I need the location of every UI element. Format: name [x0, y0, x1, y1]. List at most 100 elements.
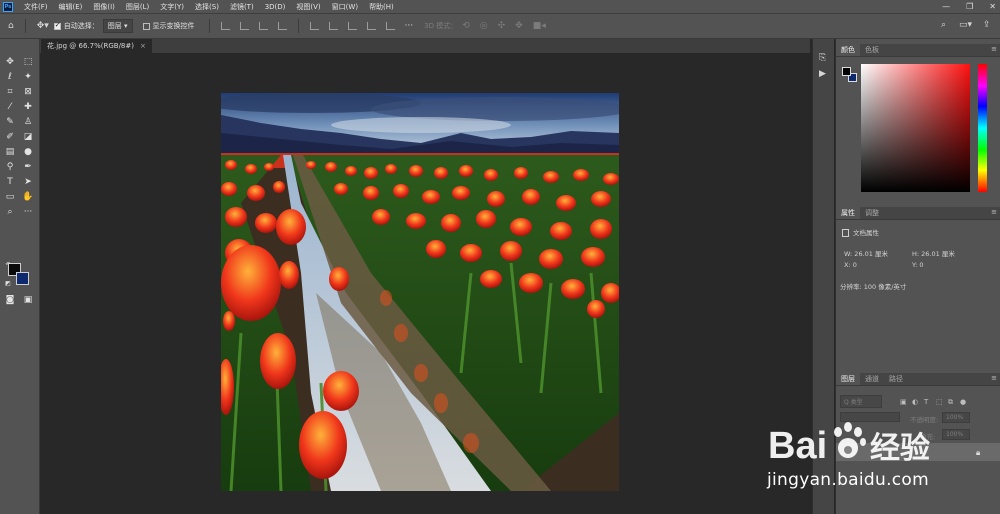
menu-window[interactable]: 窗口(W): [332, 2, 358, 12]
auto-select-target-dropdown[interactable]: 图层 ▾: [102, 19, 133, 33]
menu-3d[interactable]: 3D(D): [265, 3, 286, 11]
menu-image[interactable]: 图像(I): [93, 2, 115, 12]
distribute-bottom-icon[interactable]: [347, 22, 357, 30]
3d-camera-icon[interactable]: ■◂: [533, 21, 546, 31]
history-brush-tool-icon[interactable]: ✐: [2, 130, 18, 144]
layer-kind-filter[interactable]: Q 类型: [840, 395, 882, 408]
tab-paths[interactable]: 路径: [884, 373, 908, 385]
dodge-tool-icon[interactable]: ⚲: [2, 160, 18, 174]
swap-colors-icon[interactable]: ↶: [0, 258, 16, 272]
tab-swatches[interactable]: 色板: [860, 44, 884, 56]
filter-shape-icon[interactable]: ⬚: [936, 398, 943, 406]
menu-filter[interactable]: 滤镜(T): [230, 2, 254, 12]
3d-rotate-icon[interactable]: ⟲: [462, 21, 470, 31]
align-center-icon[interactable]: [239, 22, 249, 30]
frame-tool-icon[interactable]: ⊠: [20, 85, 36, 99]
menu-edit[interactable]: 编辑(E): [59, 2, 83, 12]
menu-type[interactable]: 文字(Y): [160, 2, 184, 12]
minimize-button[interactable]: —: [942, 2, 950, 11]
crop-tool-icon[interactable]: ⌗: [2, 85, 18, 99]
align-left-icon[interactable]: [220, 22, 230, 30]
align-right-icon[interactable]: [258, 22, 268, 30]
panel-menu-icon[interactable]: ≡: [991, 45, 997, 53]
type-tool-icon[interactable]: T: [2, 175, 18, 189]
tab-properties[interactable]: 属性: [836, 207, 860, 219]
restore-button[interactable]: ❐: [966, 2, 973, 11]
search-icon[interactable]: ⌕: [941, 20, 946, 30]
workspace-icon[interactable]: ▭▾: [959, 20, 972, 30]
menu-file[interactable]: 文件(F): [24, 2, 48, 12]
show-transform-checkbox[interactable]: [142, 22, 150, 30]
menu-layer[interactable]: 图层(L): [126, 2, 149, 12]
color-panel-tabs: 颜色 色板 ≡: [836, 44, 1000, 57]
pen-tool-icon[interactable]: ✒: [20, 160, 36, 174]
opacity-field[interactable]: 100%: [942, 412, 970, 423]
separator: [297, 19, 299, 33]
distribute-middle-icon[interactable]: [328, 22, 338, 30]
filter-type-icon[interactable]: T: [924, 398, 928, 406]
3d-slide-icon[interactable]: ✥: [515, 21, 523, 31]
auto-select-checkbox[interactable]: [53, 21, 61, 30]
document-canvas[interactable]: [221, 93, 619, 491]
3d-roll-icon[interactable]: ◎: [480, 21, 488, 31]
screen-mode-icon[interactable]: ▣: [20, 293, 36, 307]
gradient-tool-icon[interactable]: ▤: [2, 145, 18, 159]
y-value[interactable]: Y: 0: [912, 261, 924, 269]
foreground-color-chip[interactable]: [842, 67, 851, 76]
move-tool-icon[interactable]: ✥: [2, 55, 18, 69]
tab-layers[interactable]: 图层: [836, 373, 860, 385]
align-top-icon[interactable]: [277, 22, 287, 30]
default-colors-icon[interactable]: ◩: [0, 277, 16, 291]
menu-help[interactable]: 帮助(H): [369, 2, 394, 12]
brush-tool-icon[interactable]: ✎: [2, 115, 18, 129]
close-button[interactable]: ✕: [989, 2, 996, 11]
distribute-top-icon[interactable]: [309, 22, 319, 30]
fill-field[interactable]: 100%: [942, 429, 970, 440]
filter-adjustment-icon[interactable]: ◐: [912, 398, 918, 406]
hand-tool-icon[interactable]: ✋: [20, 190, 36, 204]
panel-menu-icon[interactable]: ≡: [991, 208, 997, 216]
height-value[interactable]: H: 26.01 厘米: [912, 248, 955, 258]
healing-brush-tool-icon[interactable]: ✚: [20, 100, 36, 114]
rectangle-tool-icon[interactable]: ▭: [2, 190, 18, 204]
blur-tool-icon[interactable]: ●: [20, 145, 36, 159]
path-selection-tool-icon[interactable]: ➤: [20, 175, 36, 189]
eraser-tool-icon[interactable]: ◪: [20, 130, 36, 144]
filter-pixel-icon[interactable]: ▣: [900, 398, 907, 406]
panel-menu-icon[interactable]: ≡: [991, 374, 997, 382]
actions-play-icon[interactable]: ▶: [819, 69, 826, 79]
edit-toolbar-icon[interactable]: ···: [20, 205, 36, 219]
share-icon[interactable]: ⇪: [983, 20, 991, 30]
filter-smart-object-icon[interactable]: ⧉: [948, 398, 953, 407]
eyedropper-tool-icon[interactable]: ⁄: [2, 100, 18, 114]
x-value[interactable]: X: 0: [844, 261, 857, 269]
magic-wand-tool-icon[interactable]: ✦: [20, 70, 36, 84]
lasso-tool-icon[interactable]: ℓ: [2, 70, 18, 84]
tab-channels[interactable]: 通道: [860, 373, 884, 385]
width-value[interactable]: W: 26.01 厘米: [844, 248, 888, 258]
marquee-tool-icon[interactable]: ⬚: [20, 55, 36, 69]
hue-slider[interactable]: [978, 64, 987, 192]
3d-pan-icon[interactable]: ✣: [498, 21, 506, 31]
history-panel-icon[interactable]: ⎘: [819, 53, 826, 63]
document-tab[interactable]: 花.jpg @ 66.7%(RGB/8#) ×: [41, 39, 152, 53]
filter-toggle-icon[interactable]: ●: [960, 398, 966, 406]
background-color-swatch[interactable]: [16, 272, 29, 285]
menu-view[interactable]: 视图(V): [296, 2, 320, 12]
color-picker-field[interactable]: [861, 64, 970, 192]
move-tool-preset-icon[interactable]: ✥▾: [37, 21, 49, 31]
tab-adjustments[interactable]: 调整: [860, 207, 884, 219]
more-options-icon[interactable]: ···: [405, 21, 414, 31]
tab-color[interactable]: 颜色: [836, 44, 860, 56]
distribute-right-icon[interactable]: [385, 22, 395, 30]
blend-mode-dropdown[interactable]: [840, 412, 900, 422]
zoom-tool-icon[interactable]: ⌕: [2, 205, 18, 219]
close-document-icon[interactable]: ×: [140, 42, 146, 50]
resolution-value: 分辨率: 100 像素/英寸: [840, 283, 907, 291]
home-icon[interactable]: ⌂: [8, 21, 14, 31]
quick-mask-icon[interactable]: ◙: [2, 293, 18, 307]
separator: [24, 19, 26, 33]
menu-select[interactable]: 选择(S): [195, 2, 219, 12]
stamp-tool-icon[interactable]: ♙: [20, 115, 36, 129]
distribute-left-icon[interactable]: [366, 22, 376, 30]
